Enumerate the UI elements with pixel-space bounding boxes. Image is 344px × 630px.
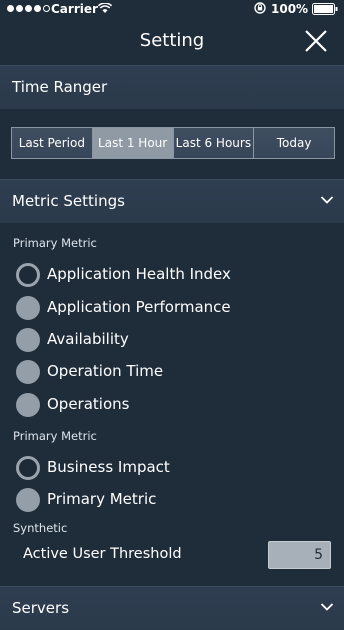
radio-business-impact[interactable]: Business Impact [0,453,344,483]
close-icon[interactable] [303,28,329,54]
metric-settings-header[interactable]: Metric Settings [0,179,344,223]
primary-metric-label: Primary Metric [13,236,97,250]
radio-label: Application Performance [47,298,231,316]
radio-label: Application Health Index [47,265,231,283]
chevron-down-icon [320,196,334,204]
radio-label: Primary Metric [47,490,157,508]
active-user-threshold-input[interactable] [268,541,331,569]
rotation-lock-icon [254,2,266,14]
wifi-icon [98,3,112,13]
time-range-header: Time Ranger [0,65,344,109]
radio-selected-icon [16,456,40,480]
nav-bar: Setting [0,20,344,64]
signal-strength-icon [7,5,50,12]
time-range-segmented-control: Last Period Last 1 Hour Last 6 Hours Tod… [11,127,335,159]
radio-unselected-icon [16,296,40,320]
radio-unselected-icon [16,328,40,352]
radio-application-performance[interactable]: Application Performance [0,293,344,323]
radio-availability[interactable]: Availability [0,325,344,355]
battery-percentage: 100% [271,2,309,16]
battery-icon [312,3,338,15]
segment-last-6-hours[interactable]: Last 6 Hours [173,128,255,158]
carrier-label: Carrier [51,2,98,16]
radio-selected-icon [16,263,40,287]
segment-today[interactable]: Today [254,128,334,158]
metric-settings-title: Metric Settings [12,192,125,210]
radio-operations[interactable]: Operations [0,390,344,420]
time-range-title: Time Ranger [12,78,108,96]
radio-operation-time[interactable]: Operation Time [0,357,344,387]
servers-title: Servers [12,599,70,617]
segment-last-1-hour[interactable]: Last 1 Hour [92,128,174,158]
page-title: Setting [139,30,205,51]
radio-label: Availability [47,330,129,348]
synthetic-label: Synthetic [13,521,68,535]
radio-application-health-index[interactable]: Application Health Index [0,260,344,290]
radio-label: Business Impact [47,458,170,476]
servers-header[interactable]: Servers [0,586,344,630]
radio-primary-metric[interactable]: Primary Metric [0,485,344,515]
segment-last-period[interactable]: Last Period [12,128,93,158]
status-bar: Carrier 100% [0,0,344,20]
primary-metric-label-2: Primary Metric [13,429,97,443]
radio-label: Operations [47,395,130,413]
radio-unselected-icon [16,360,40,384]
radio-unselected-icon [16,488,40,512]
active-user-threshold-label: Active User Threshold [23,546,182,562]
radio-label: Operation Time [47,362,164,380]
radio-unselected-icon [16,393,40,417]
